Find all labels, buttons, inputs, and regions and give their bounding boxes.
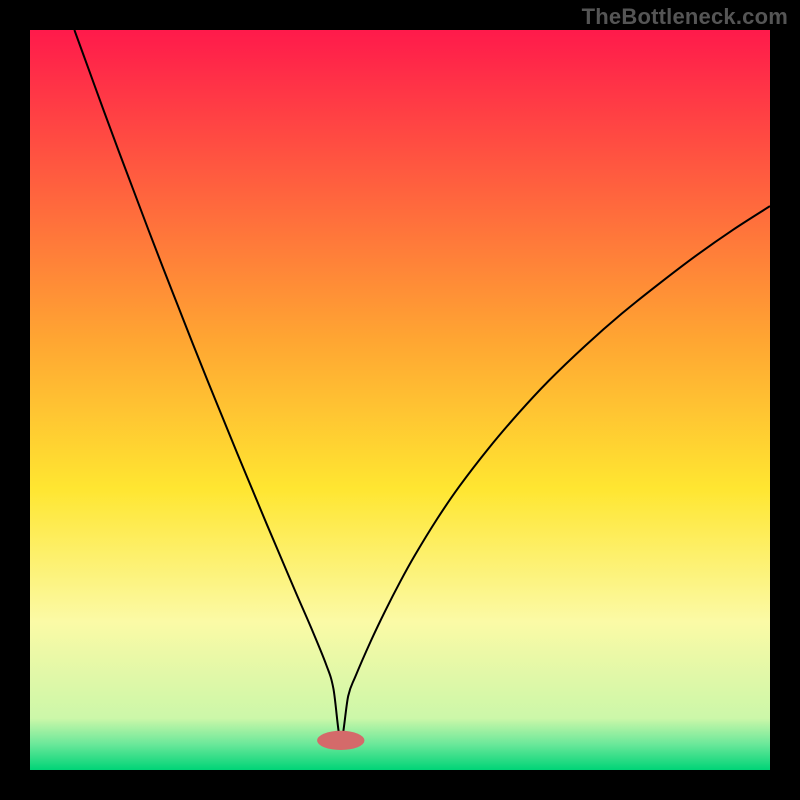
watermark-text: TheBottleneck.com (582, 4, 788, 30)
chart-background (30, 30, 770, 770)
chart-container: TheBottleneck.com (0, 0, 800, 800)
ideal-marker (317, 731, 364, 750)
bottleneck-chart (30, 30, 770, 770)
